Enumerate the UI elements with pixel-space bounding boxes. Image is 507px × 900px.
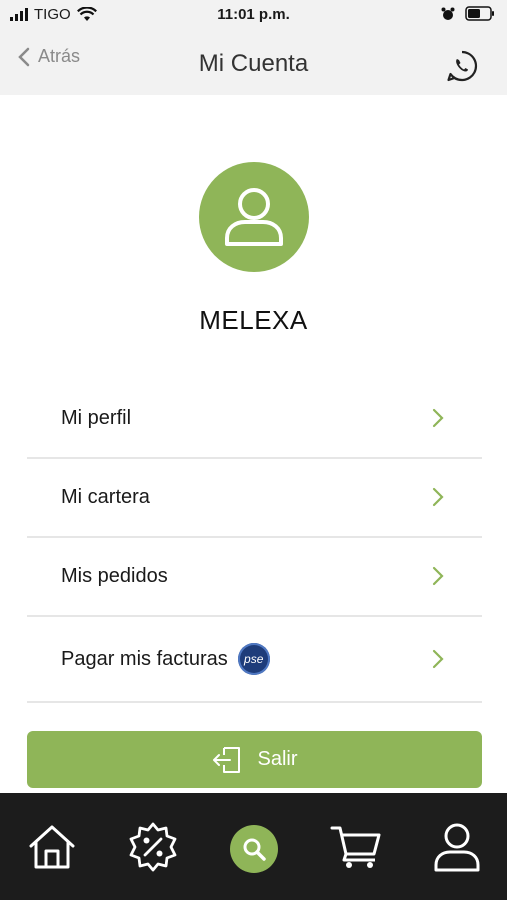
menu-item-mis-pedidos[interactable]: Mis pedidos xyxy=(27,538,482,617)
menu-item-label: Mis pedidos xyxy=(61,565,168,587)
username: MELEXA xyxy=(199,305,308,335)
tab-promotions[interactable] xyxy=(127,821,179,873)
cart-icon xyxy=(330,826,381,868)
discount-badge-icon xyxy=(129,822,177,872)
avatar xyxy=(199,162,309,272)
menu-item-label: Mi perfil xyxy=(61,407,132,429)
home-icon xyxy=(29,825,75,869)
menu-item-mi-cartera[interactable]: Mi cartera xyxy=(27,459,482,538)
menu-item-label: Pagar mis facturas xyxy=(61,647,228,670)
chevron-right-icon xyxy=(432,408,444,428)
alarm-icon xyxy=(441,7,455,20)
chevron-right-icon xyxy=(432,566,444,586)
status-right xyxy=(441,6,495,21)
menu-item-label: Mi cartera xyxy=(61,486,150,508)
profile-icon xyxy=(434,823,480,872)
account-menu: Mi perfil Mi cartera Mis pedidos Pagar m… xyxy=(27,380,482,703)
tab-search[interactable] xyxy=(230,825,278,873)
pse-logo: pse xyxy=(237,643,270,675)
search-icon xyxy=(243,838,266,861)
nav-header: Atrás Mi Cuenta xyxy=(0,32,507,95)
chevron-right-icon xyxy=(432,487,444,507)
menu-item-mi-perfil[interactable]: Mi perfil xyxy=(27,380,482,459)
user-icon xyxy=(225,188,283,246)
logout-icon xyxy=(213,746,241,773)
tab-cart[interactable] xyxy=(330,821,382,873)
battery-icon xyxy=(465,6,494,21)
bottom-tab-bar xyxy=(0,793,507,900)
logout-button[interactable]: Salir xyxy=(27,731,482,788)
page-title: Mi Cuenta xyxy=(198,50,309,77)
menu-item-pagar-facturas[interactable]: Pagar mis facturas pse xyxy=(27,617,482,703)
status-time: 11:01 p.m. xyxy=(217,6,290,23)
logout-label: Salir xyxy=(257,748,298,770)
whatsapp-icon[interactable] xyxy=(445,49,479,83)
chevron-right-icon xyxy=(432,649,444,669)
status-bar: TIGO 11:01 p.m. xyxy=(0,0,507,32)
tab-profile[interactable] xyxy=(431,821,483,873)
tab-home[interactable] xyxy=(26,821,78,873)
